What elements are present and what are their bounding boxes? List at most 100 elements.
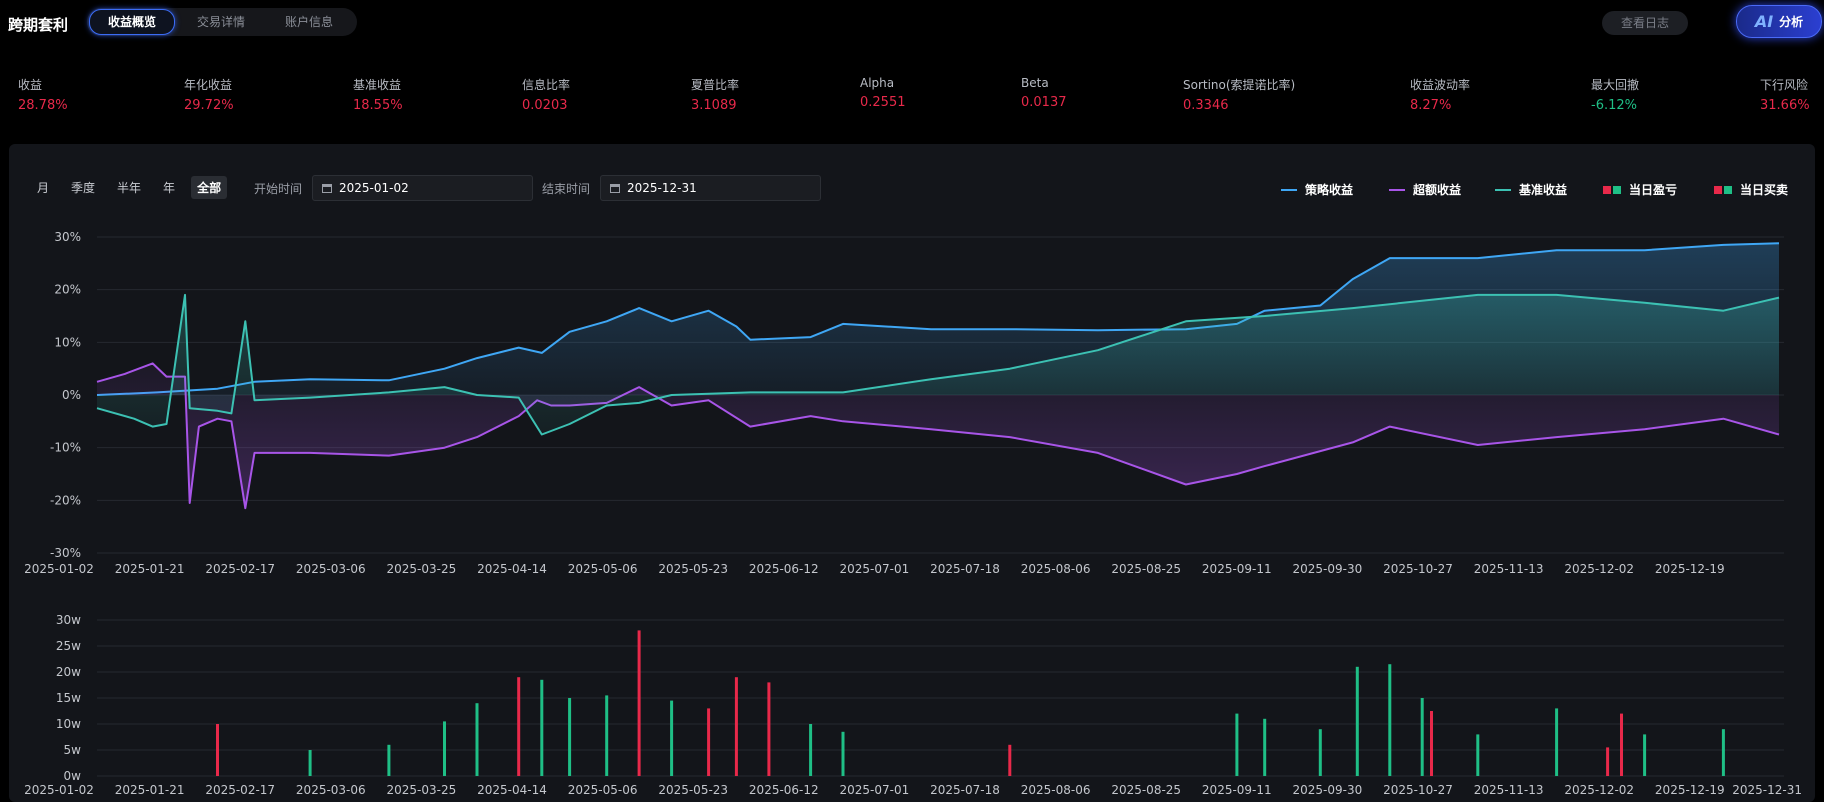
buy-bar [216,724,219,776]
y-tick-label: 5w [64,743,82,757]
x-tick-label: 2025-12-19 [1655,783,1725,797]
x-tick-label: 2025-01-21 [115,562,185,576]
x-tick-label: 2025-02-17 [205,562,275,576]
y-tick-label: 20w [56,665,81,679]
x-tick-label: 2025-12-19 [1655,562,1725,576]
metric-label: 收益波动率 [1410,78,1471,92]
metric-label: 最大回撤 [1591,78,1640,92]
view-log-button[interactable]: 查看日志 [1602,11,1688,35]
sell-bar [475,703,479,776]
y-tick-label: 30w [56,613,81,627]
metric-value: 18.55% [353,98,403,113]
x-tick-label: 2025-06-12 [749,783,819,797]
buy-bar [707,708,711,776]
metric-label: 基准收益 [353,78,402,92]
y-tick-label: 15w [56,691,81,705]
x-tick-label: 2025-09-30 [1293,783,1363,797]
sell-bar [809,724,813,776]
x-tick-label: 2025-05-23 [658,562,728,576]
x-tick-label: 2025-01-02 [24,783,94,797]
x-tick-label: 2025-07-01 [840,783,910,797]
x-tick-label: 2025-08-25 [1111,562,1181,576]
x-tick-label: 2025-01-21 [115,783,185,797]
metric-value: 3.1089 [691,98,737,113]
sell-bar [1555,708,1559,776]
x-tick-label: 2025-09-11 [1202,783,1272,797]
sell-bar [308,750,312,776]
metric-value: 0.3346 [1183,98,1229,113]
y-tick-label: 0% [62,388,81,402]
x-tick-label: 2025-05-23 [658,783,728,797]
sell-bar [1355,666,1359,776]
metric-annualized-return: 年化收益 29.72% [184,76,234,113]
metric-label: Sortino(索提诺比率) [1183,78,1296,92]
tab-trade-details[interactable]: 交易详情 [179,10,263,34]
x-tick-label: 2025-03-25 [387,783,457,797]
y-tick-label: 25w [56,639,81,653]
metric-label: Beta [1021,76,1049,90]
tab-bar: 收益概览 交易详情 账户信息 [87,8,358,36]
metric-volatility: 收益波动率 8.27% [1410,76,1470,113]
tab-overview[interactable]: 收益概览 [89,9,176,35]
x-tick-label: 2025-07-18 [930,562,1000,576]
app-title: 跨期套利 [8,16,69,34]
metric-return: 收益 28.78% [18,76,68,113]
buy-bar [767,682,771,776]
metric-value: 0.0137 [1021,95,1067,110]
metric-sharpe-ratio: 夏普比率 3.1089 [691,76,739,113]
y-tick-label: 30% [54,230,81,244]
metric-label: Alpha [860,76,895,90]
metric-value: 29.72% [184,98,234,113]
y-tick-label: -10% [50,441,81,455]
sell-bar [1643,734,1647,776]
y-tick-label: 20% [54,283,81,297]
sell-bar [443,721,446,776]
buy-bar [734,677,738,776]
x-tick-label: 2025-05-06 [568,562,638,576]
x-tick-label: 2025-09-30 [1293,562,1363,576]
y-tick-label: 10w [56,717,81,731]
sell-bar [1476,734,1480,776]
buy-bar [1620,713,1623,776]
x-tick-label: 2025-07-01 [840,562,910,576]
y-tick-label: -30% [50,546,81,560]
x-tick-label: 2025-05-06 [568,783,638,797]
sell-bar [605,695,609,776]
sell-bar [841,731,845,776]
metric-information-ratio: 信息比率 0.0203 [522,76,570,113]
x-tick-label: 2025-12-31 [1732,783,1802,797]
metric-value: -6.12% [1591,98,1637,113]
sell-bar [1420,698,1424,776]
metric-label: 下行风险 [1760,78,1809,92]
x-tick-label: 2025-03-06 [296,783,366,797]
metric-value: 0.0203 [522,98,568,113]
buy-bar [517,677,521,776]
sell-bar [1388,664,1392,776]
tab-account-info[interactable]: 账户信息 [267,10,351,34]
metric-downside-risk: 下行风险 31.66% [1760,76,1810,113]
ai-analysis-button[interactable]: AI 分析 [1736,5,1822,38]
x-tick-label: 2025-11-13 [1474,783,1544,797]
x-tick-label: 2025-03-25 [387,562,457,576]
x-tick-label: 2025-08-25 [1111,783,1181,797]
x-tick-label: 2025-02-17 [205,783,275,797]
y-tick-label: 0w [64,769,82,783]
metric-label: 夏普比率 [691,78,740,92]
x-tick-label: 2025-04-14 [477,783,547,797]
metric-sortino-ratio: Sortino(索提诺比率) 0.3346 [1183,76,1295,113]
x-tick-label: 2025-12-02 [1564,783,1634,797]
x-tick-label: 2025-06-12 [749,562,819,576]
x-tick-label: 2025-01-02 [24,562,94,576]
metric-label: 信息比率 [522,78,571,92]
x-tick-label: 2025-04-14 [477,562,547,576]
sell-bar [568,698,572,776]
charts-canvas: 30% 20% 10% 0% -10% -20% -30% 2025-01-02 2025-01… [24,230,1802,797]
metric-label: 年化收益 [184,78,233,92]
x-tick-label: 2025-10-27 [1383,783,1453,797]
metric-value: 0.2551 [860,95,906,110]
chart-panel: 月 季度 半年 年 全部 开始时间 2025-01-02 结束时间 2025-1… [9,144,1815,802]
metric-value: 31.66% [1760,98,1810,113]
y-tick-label: -20% [50,493,81,507]
metric-label: 收益 [18,78,43,92]
x-tick-label: 2025-03-06 [296,562,366,576]
